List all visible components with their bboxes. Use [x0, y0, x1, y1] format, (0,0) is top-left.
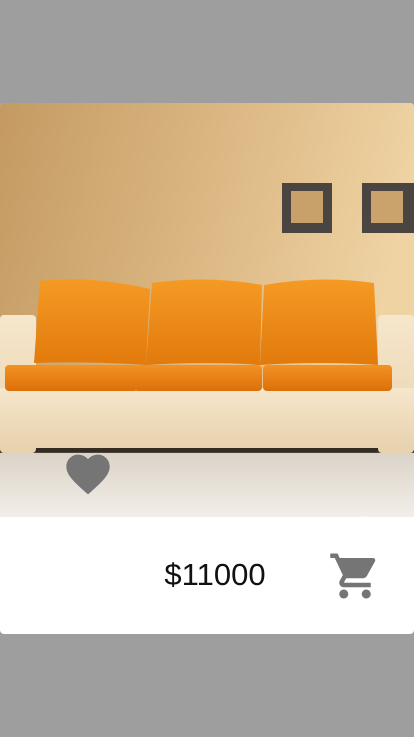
product-title: Orange couch	[0, 505, 414, 517]
shopping-cart-icon	[330, 553, 376, 599]
product-price: $11000	[164, 557, 266, 592]
favorite-button[interactable]	[62, 448, 114, 496]
heart-icon	[66, 454, 110, 495]
add-to-cart-button[interactable]	[328, 549, 382, 603]
